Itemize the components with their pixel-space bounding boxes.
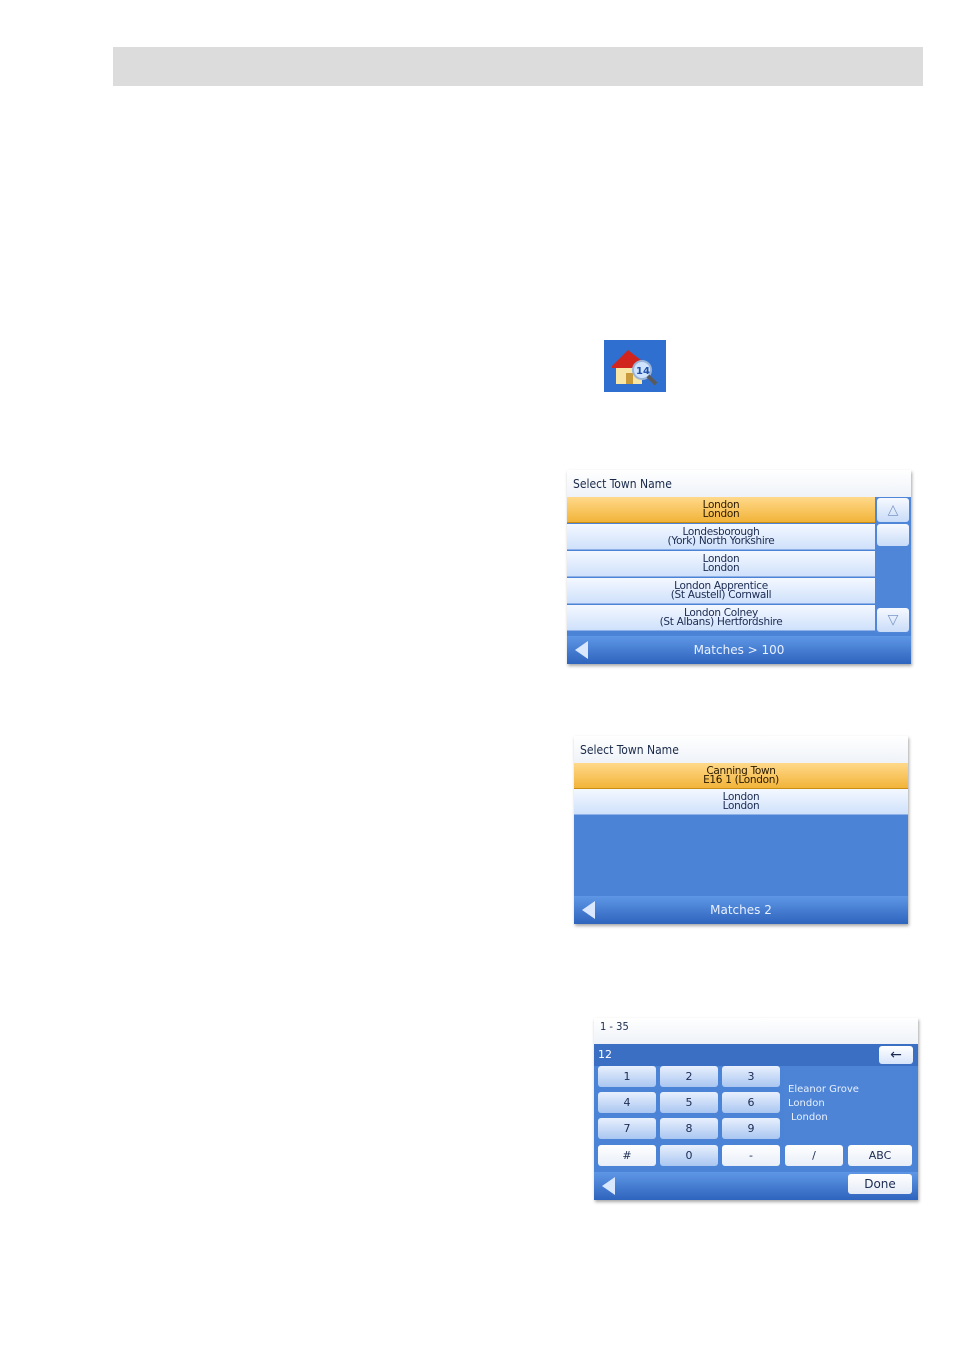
list-item[interactable]: Londesborough (York) North Yorkshire: [567, 524, 875, 550]
abc-button[interactable]: ABC: [848, 1145, 912, 1166]
header-bar: [113, 47, 923, 86]
address-panel: Eleanor Grove London London: [784, 1066, 912, 1140]
list-item[interactable]: London London: [567, 497, 875, 523]
list-item[interactable]: London Colney (St Albans) Hertfordshire: [567, 605, 875, 631]
select-town-screen-2: Select Town Name Canning Town E16 1 (Lon…: [574, 736, 908, 924]
key-3[interactable]: 3: [722, 1066, 780, 1087]
scrollbar[interactable]: △ ▽: [875, 497, 911, 633]
scroll-thumb[interactable]: [877, 524, 909, 546]
back-arrow-icon[interactable]: [575, 641, 588, 659]
address-town: London: [788, 1098, 825, 1109]
list-item-line2: London: [722, 800, 760, 812]
status-bar: Matches > 100: [567, 636, 911, 664]
scroll-up-button[interactable]: △: [877, 498, 909, 522]
screen-title: Select Town Name: [574, 736, 908, 764]
house-magnifier-icon: 14: [604, 340, 666, 392]
list-item[interactable]: Canning Town E16 1 (London): [574, 763, 908, 789]
scroll-down-button[interactable]: ▽: [877, 608, 909, 632]
svg-text:14: 14: [636, 366, 650, 377]
list-item-line2: (St Albans) Hertfordshire: [659, 616, 783, 628]
list-item-line2: E16 1 (London): [703, 774, 779, 786]
number-range: 1 - 35: [594, 1018, 918, 1044]
list-item-line2: London: [702, 562, 740, 574]
matches-label: Matches 2: [710, 903, 772, 917]
back-arrow-icon[interactable]: [602, 1177, 615, 1195]
list-item[interactable]: London London: [574, 789, 908, 815]
triangle-up-icon: △: [887, 502, 899, 518]
list-item[interactable]: London Apprentice (St Austell) Cornwall: [567, 578, 875, 604]
list-item-line2: (York) North Yorkshire: [667, 535, 775, 547]
key-0[interactable]: 0: [660, 1145, 718, 1166]
house-number-screen: 1 - 35 12 ← 1 2 3 4 5 6 7 8 9 Eleanor Gr…: [594, 1018, 918, 1200]
triangle-down-icon: ▽: [887, 612, 899, 628]
backspace-arrow-icon: ←: [890, 1047, 902, 1063]
list-item-line2: London: [702, 508, 740, 520]
backspace-button[interactable]: ←: [879, 1046, 913, 1064]
list-item-line2: (St Austell) Cornwall: [670, 589, 772, 601]
list-item[interactable]: London London: [567, 551, 875, 577]
back-arrow-icon[interactable]: [582, 901, 595, 919]
address-region: London: [791, 1112, 828, 1123]
number-input-value: 12: [598, 1048, 612, 1061]
key-9[interactable]: 9: [722, 1118, 780, 1139]
key-5[interactable]: 5: [660, 1092, 718, 1113]
screen-title: Select Town Name: [567, 470, 911, 498]
done-button[interactable]: Done: [848, 1174, 912, 1194]
number-input[interactable]: 12 ←: [594, 1044, 918, 1066]
key-7[interactable]: 7: [598, 1118, 656, 1139]
matches-label: Matches > 100: [693, 643, 785, 657]
key-hash[interactable]: #: [598, 1145, 656, 1166]
key-8[interactable]: 8: [660, 1118, 718, 1139]
key-slash[interactable]: /: [785, 1145, 843, 1166]
key-2[interactable]: 2: [660, 1066, 718, 1087]
key-dash[interactable]: -: [722, 1145, 780, 1166]
key-6[interactable]: 6: [722, 1092, 780, 1113]
status-bar: Matches 2: [574, 896, 908, 924]
select-town-screen-1: Select Town Name London London Londesbor…: [567, 470, 911, 664]
key-4[interactable]: 4: [598, 1092, 656, 1113]
address-street: Eleanor Grove: [788, 1084, 859, 1095]
key-1[interactable]: 1: [598, 1066, 656, 1087]
